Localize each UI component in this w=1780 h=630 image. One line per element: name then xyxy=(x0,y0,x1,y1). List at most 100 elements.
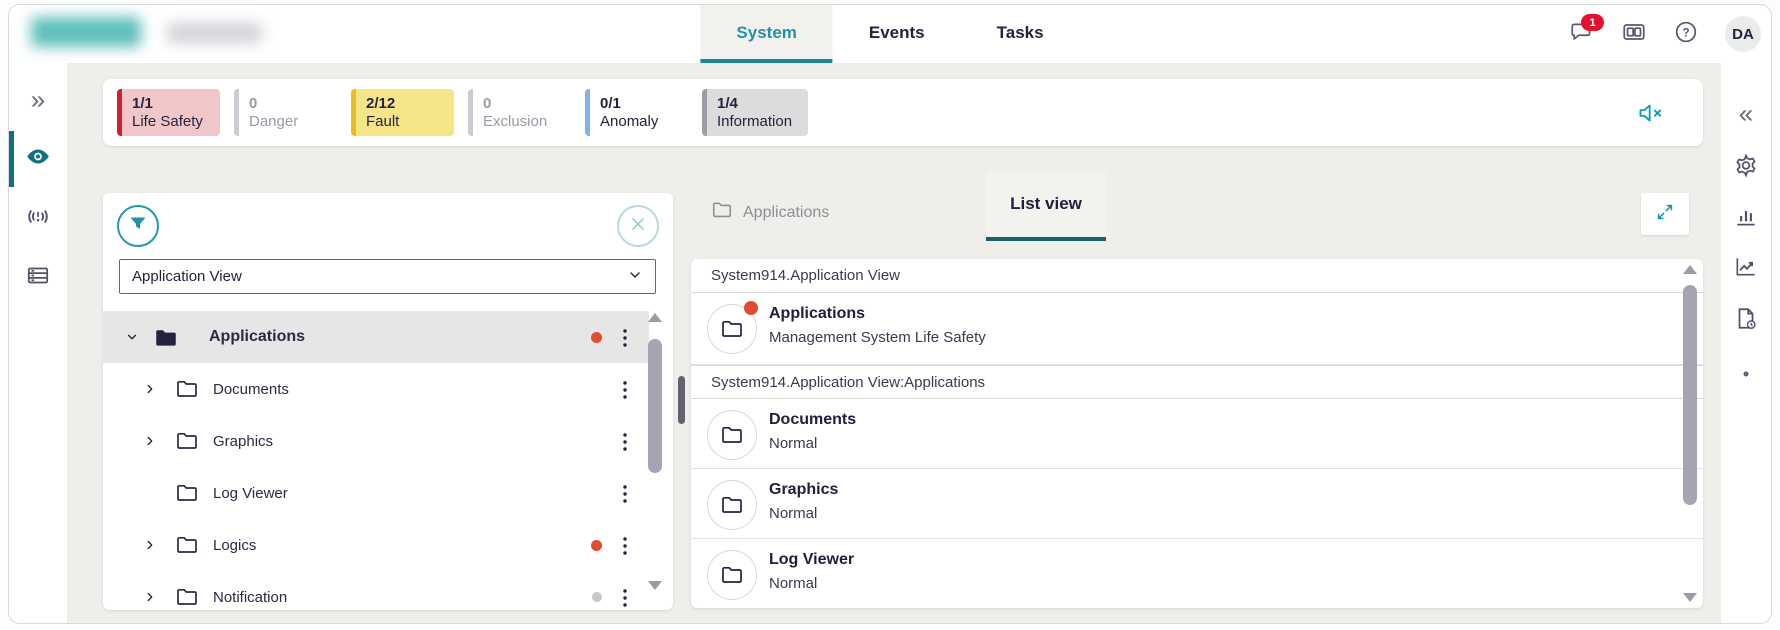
screen: System Events Tasks 1 ? DA xyxy=(0,0,1780,630)
chip-count: 2/12 xyxy=(366,95,438,112)
kebab-menu-button[interactable] xyxy=(617,327,633,347)
collapse-panel-button[interactable]: « xyxy=(1739,99,1753,130)
expand-arrows-icon xyxy=(1654,201,1676,228)
chevron-right-icon[interactable] xyxy=(143,434,157,448)
document-clock-icon xyxy=(1733,319,1759,336)
chip-count: 1/1 xyxy=(132,95,204,112)
item-avatar xyxy=(707,304,757,354)
summary-chip-exclusion[interactable]: 0 Exclusion xyxy=(468,89,571,136)
tab-system[interactable]: System xyxy=(700,5,832,63)
chevron-double-right-icon: » xyxy=(31,85,45,115)
scrollbar-thumb[interactable] xyxy=(1683,285,1697,505)
summary-chip-danger[interactable]: 0 Danger xyxy=(234,89,337,136)
trends-button[interactable] xyxy=(1733,254,1759,285)
settings-button[interactable] xyxy=(1733,153,1759,184)
mute-alarms-button[interactable] xyxy=(1637,100,1667,126)
scroll-up-arrow[interactable] xyxy=(1683,265,1697,274)
app-window: System Events Tasks 1 ? DA xyxy=(8,4,1772,624)
breadcrumb[interactable]: Applications xyxy=(711,199,829,226)
folder-icon xyxy=(175,585,199,609)
summary-chip-information[interactable]: 1/4 Information xyxy=(702,89,808,136)
server-rack-icon xyxy=(25,276,51,293)
list-item-log-viewer[interactable]: Log Viewer Normal xyxy=(691,539,1703,608)
summary-chip-fault[interactable]: 2/12 Fault xyxy=(351,89,454,136)
app-logo-redacted xyxy=(31,17,141,47)
list-group-header: System914.Application View:Applications xyxy=(691,365,1703,399)
servers-button[interactable] xyxy=(25,263,51,294)
tree-node-applications[interactable]: Applications xyxy=(103,311,649,363)
scroll-down-arrow[interactable] xyxy=(1683,593,1697,602)
event-summary-bar: 1/1 Life Safety 0 Danger 2/12 Fault 0 Ex… xyxy=(103,79,1703,146)
chevron-down-icon[interactable] xyxy=(125,330,139,344)
item-status: Management System Life Safety xyxy=(769,329,986,346)
chevron-right-icon[interactable] xyxy=(143,538,157,552)
tree-node-label: Log Viewer xyxy=(213,485,288,502)
list-item-applications[interactable]: Applications Management System Life Safe… xyxy=(691,293,1703,365)
kebab-menu-button[interactable] xyxy=(617,483,633,503)
alarms-button[interactable] xyxy=(25,204,51,235)
help-button[interactable]: ? xyxy=(1673,21,1699,47)
tree-node-logics[interactable]: Logics xyxy=(103,519,649,571)
folder-icon xyxy=(175,533,199,557)
scroll-up-arrow[interactable] xyxy=(648,313,662,322)
svg-text:?: ? xyxy=(1682,25,1689,39)
chip-label: Life Safety xyxy=(132,113,204,130)
more-indicator-dot xyxy=(1744,372,1749,377)
chip-label: Anomaly xyxy=(600,113,672,130)
folder-icon xyxy=(175,481,199,505)
chip-label: Danger xyxy=(249,113,321,130)
scroll-down-arrow[interactable] xyxy=(648,581,662,590)
chevron-down-icon xyxy=(627,267,643,287)
folder-icon xyxy=(711,199,733,226)
summary-chip-anomaly[interactable]: 0/1 Anomaly xyxy=(585,89,688,136)
tab-events[interactable]: Events xyxy=(833,5,961,63)
tree-node-notification[interactable]: Notification xyxy=(103,571,649,610)
tab-list-view[interactable]: List view xyxy=(986,171,1106,241)
user-avatar[interactable]: DA xyxy=(1725,16,1761,52)
right-rail: « xyxy=(1721,63,1771,623)
chip-label: Information xyxy=(717,113,792,130)
tree-node-log-viewer[interactable]: Log Viewer xyxy=(103,467,649,519)
tab-tasks[interactable]: Tasks xyxy=(961,5,1080,63)
kebab-menu-button[interactable] xyxy=(617,379,633,399)
scheduled-reports-button[interactable] xyxy=(1733,306,1759,337)
help-icon: ? xyxy=(1673,19,1699,50)
notifications-button[interactable]: 1 xyxy=(1569,21,1595,47)
tree-node-graphics[interactable]: Graphics xyxy=(103,415,649,467)
system-browser-panel: Application View Applications Documents … xyxy=(103,193,673,610)
list-group-header: System914.Application View xyxy=(691,259,1703,293)
event-dot xyxy=(591,540,602,551)
kebab-menu-button[interactable] xyxy=(617,587,633,607)
filter-button[interactable] xyxy=(117,205,159,247)
split-view-button[interactable] xyxy=(1621,21,1647,47)
kebab-menu-button[interactable] xyxy=(617,535,633,555)
reports-button[interactable] xyxy=(1733,204,1759,235)
clear-filter-button[interactable] xyxy=(617,205,659,247)
item-status: Normal xyxy=(769,505,817,522)
tree-node-label: Logics xyxy=(213,537,256,554)
expand-rail-button[interactable]: » xyxy=(31,85,45,116)
list-scrollbar[interactable] xyxy=(1683,259,1697,608)
list-item-documents[interactable]: Documents Normal xyxy=(691,399,1703,469)
panel-resize-handle[interactable] xyxy=(678,376,685,424)
filter-funnel-icon xyxy=(127,213,149,240)
chevron-double-left-icon: « xyxy=(1739,99,1753,129)
chip-count: 0/1 xyxy=(600,95,672,112)
chip-label: Exclusion xyxy=(483,113,555,130)
view-selector[interactable]: Application View xyxy=(119,259,656,294)
tree-scrollbar[interactable] xyxy=(648,305,662,610)
scrollbar-thumb[interactable] xyxy=(648,339,662,473)
chevron-right-icon[interactable] xyxy=(143,590,157,604)
tree-node-label: Applications xyxy=(209,328,305,346)
item-avatar xyxy=(707,550,757,600)
summary-chip-life-safety[interactable]: 1/1 Life Safety xyxy=(117,89,220,136)
chevron-right-icon[interactable] xyxy=(143,382,157,396)
tree-node-documents[interactable]: Documents xyxy=(103,363,649,415)
notification-badge: 1 xyxy=(1581,14,1604,31)
folder-icon xyxy=(175,377,199,401)
top-bar: System Events Tasks 1 ? DA xyxy=(9,5,1771,64)
expand-view-button[interactable] xyxy=(1641,193,1689,235)
list-item-graphics[interactable]: Graphics Normal xyxy=(691,469,1703,539)
kebab-menu-button[interactable] xyxy=(617,431,633,451)
system-browser-button[interactable] xyxy=(24,143,52,176)
